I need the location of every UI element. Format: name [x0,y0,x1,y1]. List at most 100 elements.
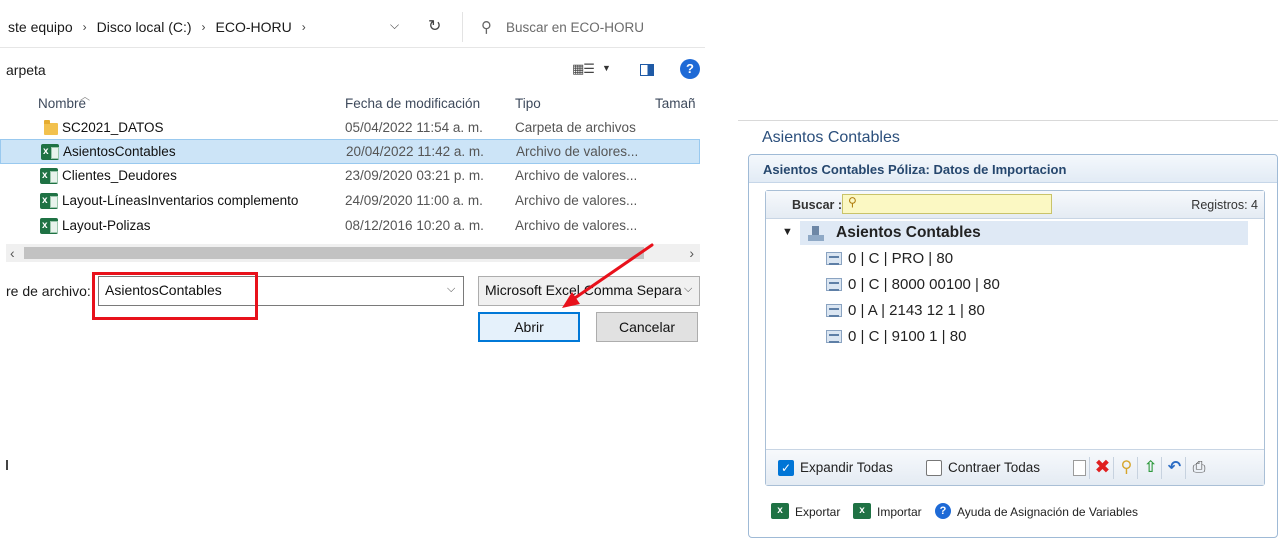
file-list-header: ︿ Nombre Fecha de modificación Tipo Tama… [0,92,705,116]
find-icon[interactable]: ⚲ [1116,457,1138,479]
excel-csv-icon: x [40,218,58,234]
folder-search-placeholder[interactable]: Buscar en ECO-HORU [506,20,644,35]
tree-item-label: 0 | C | 8000 00100 | 80 [848,276,1000,293]
help-icon[interactable]: ? [935,503,951,519]
breadcrumb-separator-icon[interactable]: › [294,20,314,34]
file-row-layout-polizas[interactable]: x Layout-Polizas 08/12/2016 10:20 a. m. … [0,214,700,239]
breadcrumb-eco-horu[interactable]: ECO-HORU [214,19,294,35]
filename-dropdown-chevron-down-icon[interactable]: ⌵ [447,283,455,296]
column-name[interactable]: Nombre [38,96,86,111]
filetype-select[interactable]: Microsoft Excel Comma Separa [478,276,700,306]
window-edge-mark [6,460,8,470]
scroll-left-icon[interactable]: ‹ [10,244,15,262]
undo-icon[interactable]: ↶ [1164,457,1186,479]
file-row-sc2021-datos[interactable]: SC2021_DATOS 05/04/2022 11:54 a. m. Carp… [0,116,700,141]
annotation-highlight-box [92,272,258,320]
panel-divider [738,120,1278,121]
file-type: Archivo de valores... [516,144,639,159]
panel-footer: x Exportar x Importar ? Ayuda de Asignac… [749,503,1277,523]
search-icon: ⚲ [848,195,857,209]
filename-label: re de archivo: [6,283,91,299]
move-up-arrow-icon[interactable]: ⇧ [1140,457,1162,479]
folder-search-box[interactable]: ⚲ Buscar en ECO-HORU [462,12,705,42]
frame-title: Asientos Contables Póliza: Datos de Impo… [763,162,1067,177]
tree-container: Buscar : ⚲ Registros: 4 ▼ Asientos Conta… [765,190,1265,486]
breadcrumb-this-pc[interactable]: ste equipo [6,19,75,35]
excel-csv-icon: x [40,168,58,184]
folder-icon [44,120,58,135]
breadcrumb: ste equipo › Disco local (C:) › ECO-HORU… [6,8,314,46]
file-row-clientes-deudores[interactable]: x Clientes_Deudores 23/09/2020 03:21 p. … [0,164,700,189]
file-date: 24/09/2020 11:00 a. m. [345,193,483,208]
file-type: Carpeta de archivos [515,120,636,135]
excel-csv-icon: x [40,193,58,209]
tree-root-label: Asientos Contables [836,224,981,241]
file-date: 23/09/2020 03:21 p. m. [345,168,484,183]
breadcrumb-separator-icon[interactable]: › [194,20,214,34]
view-options-icon[interactable]: ▦☰ [572,61,595,77]
collapse-all-label[interactable]: Contraer Todas [948,460,1040,475]
filetype-chevron-down-icon[interactable]: ⌵ [684,283,692,296]
expand-all-label[interactable]: Expandir Todas [800,460,893,475]
new-document-icon[interactable] [1068,457,1090,479]
scrollbar-thumb[interactable] [24,247,644,259]
import-button[interactable]: Importar [877,505,922,519]
address-history-chevron-down-icon[interactable]: ⌵ [390,18,399,33]
column-type[interactable]: Tipo [515,96,541,111]
dialog-body: ste equipo › Disco local (C:) › ECO-HORU… [0,0,705,346]
collapse-all-checkbox[interactable] [926,460,942,476]
file-name: Layout-LíneasInventarios complemento [62,193,299,208]
tree-search-bar: Buscar : ⚲ Registros: 4 [766,191,1264,219]
variables-help-link[interactable]: Ayuda de Asignación de Variables [957,505,1138,519]
address-bar: ste equipo › Disco local (C:) › ECO-HORU… [0,8,705,48]
refresh-icon[interactable]: ↻ [428,16,441,36]
file-date: 05/04/2022 11:54 a. m. [345,120,483,135]
preview-pane-icon[interactable] [640,64,654,76]
breadcrumb-local-disk[interactable]: Disco local (C:) [95,19,194,35]
tree-action-bar: ✓ Expandir Todas Contraer Todas ✖ ⚲ ⇧ ↶ … [766,449,1264,485]
frame-header: Asientos Contables Póliza: Datos de Impo… [749,155,1277,183]
dialog-lower-area [0,346,705,544]
column-size[interactable]: Tamañ [655,96,696,111]
excel-csv-icon: x [41,144,59,160]
tree-root-node[interactable]: Asientos Contables [800,221,1248,245]
delete-icon[interactable]: ✖ [1092,457,1114,479]
view-options-caret-icon[interactable]: ▼ [602,63,611,73]
tree-expand-triangle-icon[interactable]: ▼ [782,226,793,238]
record-icon [826,304,842,317]
search-label: Buscar : [792,198,843,212]
scroll-right-icon[interactable]: › [689,244,694,262]
horizontal-scrollbar[interactable]: ‹ › [6,244,700,262]
import-excel-icon[interactable]: x [853,503,871,519]
file-date: 20/04/2022 11:42 a. m. [346,144,484,159]
export-button[interactable]: Exportar [795,505,840,519]
file-list: SC2021_DATOS 05/04/2022 11:54 a. m. Carp… [0,116,705,242]
file-name: Clientes_Deudores [62,168,177,183]
file-name: AsientosContables [63,144,176,159]
file-type: Archivo de valores... [515,193,638,208]
tree-item-label: 0 | C | PRO | 80 [848,250,954,267]
export-excel-icon[interactable]: x [771,503,789,519]
import-data-frame: Asientos Contables Póliza: Datos de Impo… [748,154,1278,538]
expand-all-checkbox[interactable]: ✓ [778,460,794,476]
asientos-contables-panel: Asientos Contables Asientos Contables Pó… [738,120,1278,544]
file-name: SC2021_DATOS [62,120,164,135]
file-type: Archivo de valores... [515,218,638,233]
help-icon[interactable]: ? [680,59,700,79]
tree-item-label: 0 | A | 2143 12 1 | 80 [848,302,985,319]
open-button[interactable]: Abrir [478,312,580,342]
print-icon[interactable]: ⎙ [1188,457,1210,479]
dialog-toolbar: arpeta ▦☰ ▼ ? [0,56,705,86]
record-icon [826,252,842,265]
file-row-asientoscontables[interactable]: x AsientosContables 20/04/2022 11:42 a. … [0,139,700,164]
tree-search-input[interactable]: ⚲ [842,194,1052,214]
breadcrumb-separator-icon[interactable]: › [75,20,95,34]
file-open-dialog: ste equipo › Disco local (C:) › ECO-HORU… [0,0,705,544]
new-folder-button[interactable]: arpeta [6,62,46,78]
record-icon [826,278,842,291]
column-date-modified[interactable]: Fecha de modificación [345,96,480,111]
cancel-button[interactable]: Cancelar [596,312,698,342]
building-icon [808,225,824,241]
file-row-layout-lineasinventarios[interactable]: x Layout-LíneasInventarios complemento 2… [0,189,700,214]
file-date: 08/12/2016 10:20 a. m. [345,218,484,233]
